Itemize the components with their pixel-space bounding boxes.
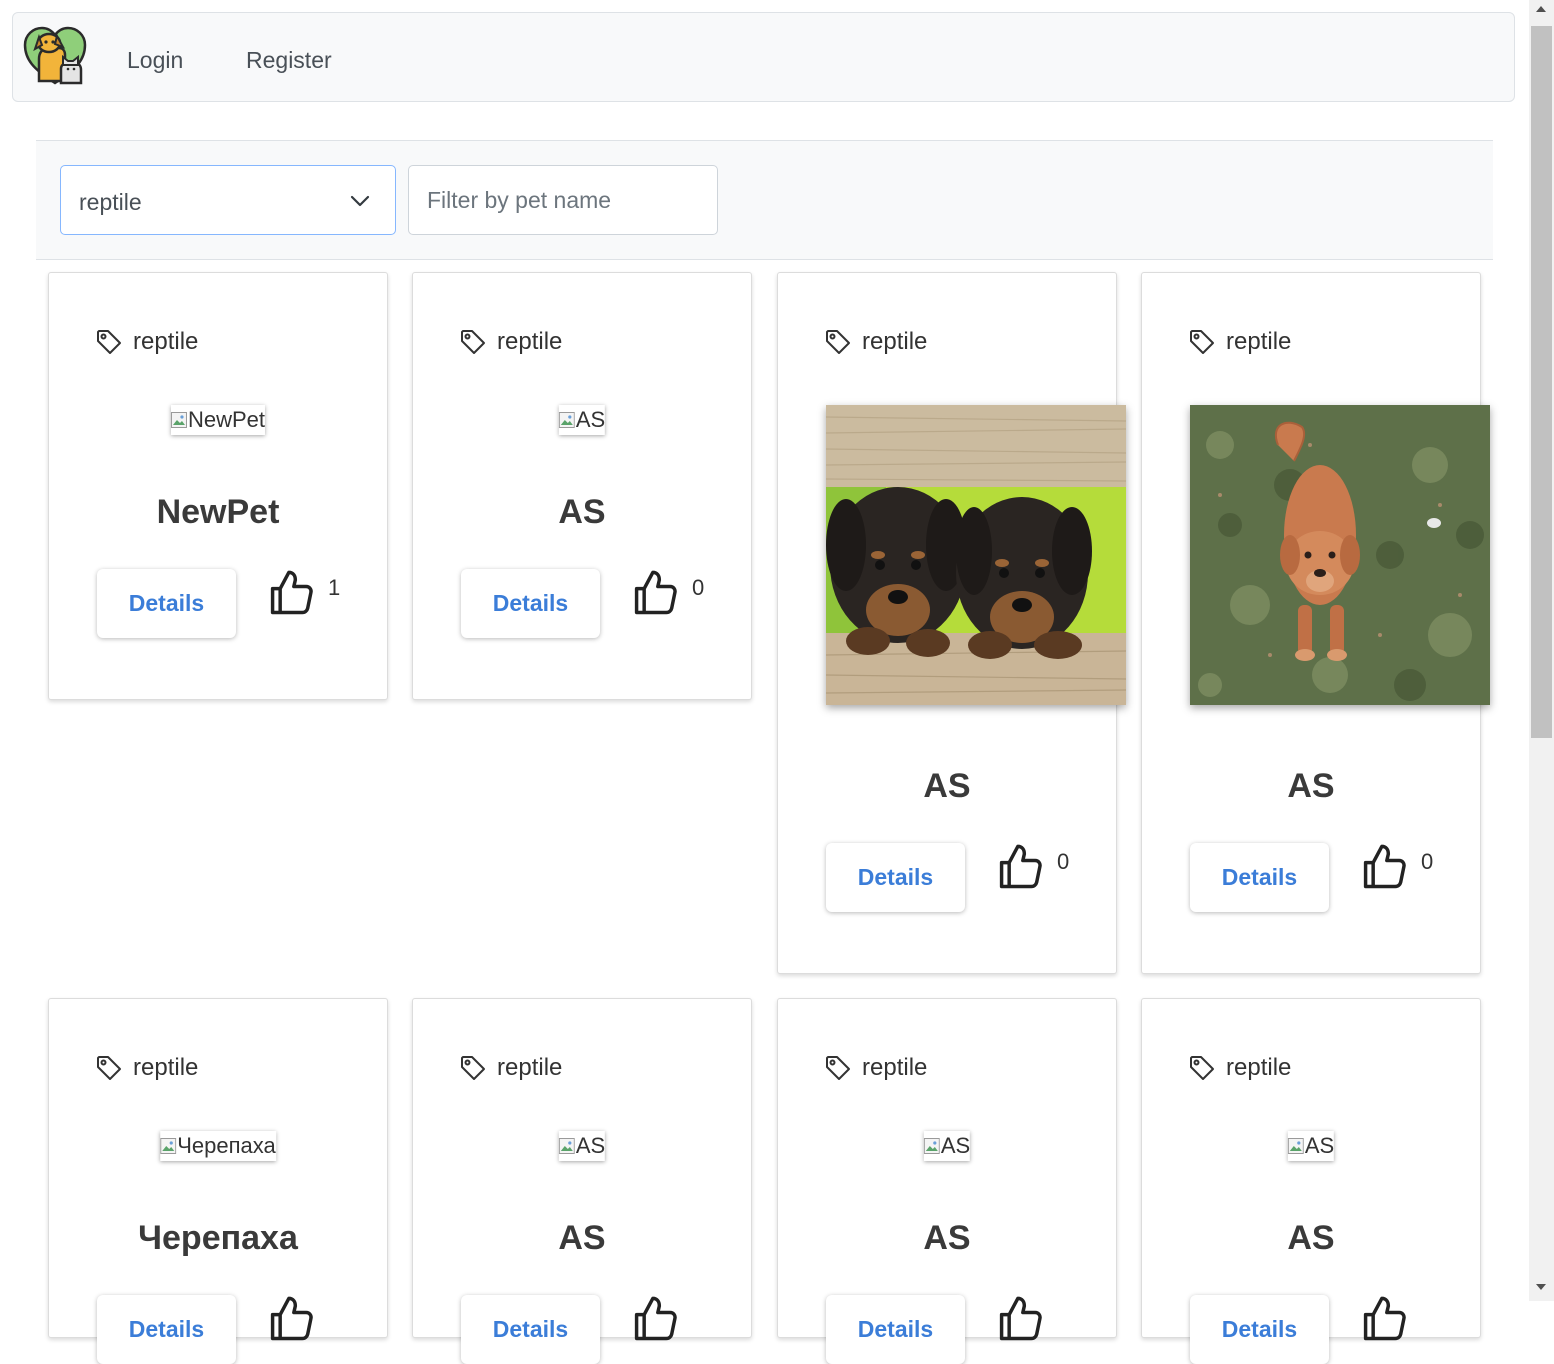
pet-tag: reptile [95,1053,198,1083]
tag-icon [826,330,850,354]
pet-name: Черепаха [138,1219,298,1257]
scroll-down-arrow-icon[interactable] [1536,1284,1546,1290]
pet-card: reptile AS AS Details [412,998,752,1364]
details-button[interactable]: Details [97,569,236,638]
nav-login-link[interactable]: Login [127,47,183,74]
broken-image-icon [160,1138,177,1154]
pet-image-alt: NewPet [187,407,266,432]
likes-count: 0 [1057,849,1070,874]
pet-type-label: reptile [497,328,563,355]
pet-tag: reptile [824,1053,927,1083]
pet-image-alt: AS [940,1133,971,1158]
likes-count: 0 [692,575,705,600]
pet-type-select-value: reptile [79,189,142,215]
pets-logo-icon[interactable] [23,25,87,87]
pet-type-select[interactable]: reptile [60,165,396,235]
pet-tag: reptile [95,327,198,357]
scroll-up-arrow-icon[interactable] [1536,6,1546,12]
pet-card: reptile AS Details 0 [1141,272,1490,974]
details-button[interactable]: Details [1190,843,1329,912]
page-scrollbar[interactable] [1529,0,1554,1301]
pet-card: reptile AS Details 0 [777,272,1126,974]
broken-image-icon [558,412,575,428]
details-button[interactable]: Details [1190,1295,1329,1364]
tag-icon [461,1056,485,1080]
scrollbar-thumb[interactable] [1531,26,1552,738]
pet-name: AS [1287,1219,1335,1257]
dog-photo [1190,405,1490,705]
tag-icon [97,330,121,354]
tag-icon [97,1056,121,1080]
pet-tag: reptile [824,327,927,357]
puppies-photo [826,405,1126,705]
pet-name: AS [1287,767,1335,805]
chevron-down-icon [350,195,370,207]
pet-type-label: reptile [133,328,199,355]
thumbs-up-icon[interactable] [265,567,317,619]
thumbs-up-icon[interactable] [994,841,1046,893]
tag-icon [1190,330,1214,354]
pet-name: NewPet [156,493,280,531]
pet-image [1190,405,1490,705]
thumbs-up-icon[interactable] [1358,841,1410,893]
pet-image-alt: AS [575,1133,606,1158]
pet-image: Черепаха [160,1131,276,1161]
pet-image: AS [1287,1131,1335,1161]
broken-image-icon [923,1138,940,1154]
likes-count: 1 [328,575,341,600]
pet-image: AS [558,1131,606,1161]
pet-image: AS [923,1131,971,1161]
details-button[interactable]: Details [826,1295,965,1364]
details-button[interactable]: Details [461,1295,600,1364]
pet-name: AS [558,493,606,531]
pet-tag: reptile [1188,1053,1291,1083]
pet-image-alt: Черепаха [177,1133,276,1158]
pet-card: reptile AS AS Details [777,998,1117,1364]
pet-tag: reptile [459,1053,562,1083]
pet-type-label: reptile [1226,328,1292,355]
tag-icon [461,330,485,354]
pet-type-label: reptile [862,328,928,355]
details-button[interactable]: Details [97,1295,236,1364]
broken-image-icon [558,1138,575,1154]
broken-image-icon [1287,1138,1304,1154]
pet-type-label: reptile [133,1054,199,1081]
pet-type-label: reptile [497,1054,563,1081]
filter-bar: reptile [36,140,1493,260]
pet-image: AS [558,405,606,435]
pet-type-label: reptile [862,1054,928,1081]
tag-icon [826,1056,850,1080]
navbar: Login Register [12,12,1515,102]
pet-name: AS [923,1219,971,1257]
tag-icon [1190,1056,1214,1080]
pet-image-alt: AS [575,407,606,432]
pet-card: reptile Черепаха Черепаха Details [48,998,388,1364]
likes-count: 0 [1421,849,1434,874]
pet-tag: reptile [459,327,562,357]
pet-name: AS [558,1219,606,1257]
nav-register-link[interactable]: Register [246,47,332,74]
pet-card: reptile NewPet NewPet Details 1 [48,272,388,700]
pet-name: AS [923,767,971,805]
pet-type-label: reptile [1226,1054,1292,1081]
pet-tag: reptile [1188,327,1291,357]
pet-card: reptile AS AS Details [1141,998,1481,1364]
pet-image [826,405,1126,705]
pet-image: NewPet [170,405,266,435]
details-button[interactable]: Details [826,843,965,912]
broken-image-icon [170,412,187,428]
pet-image-alt: AS [1304,1133,1335,1158]
thumbs-up-icon[interactable] [629,567,681,619]
details-button[interactable]: Details [461,569,600,638]
pet-card: reptile AS AS Details 0 [412,272,752,700]
pet-name-filter-input[interactable] [408,165,718,235]
